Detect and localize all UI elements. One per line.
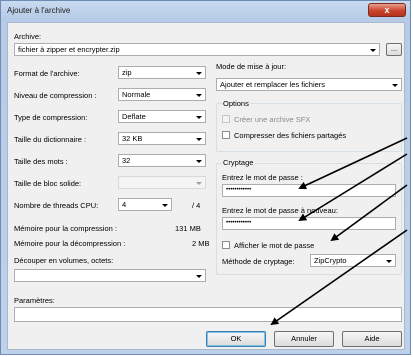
params-label: Paramètres: — [14, 296, 55, 305]
chevron-down-icon — [196, 115, 202, 119]
crypto-title: Cryptage — [222, 158, 255, 167]
threads-select[interactable]: 4 — [118, 198, 172, 211]
chevron-down-icon — [196, 181, 202, 185]
chevron-down-icon — [196, 93, 202, 97]
threads-value: 4 — [122, 200, 127, 209]
archive-path-value: fichier à zipper et encrypter.zip — [18, 45, 120, 54]
mem-comp-value: 131 MB — [175, 224, 201, 233]
dialog-window: Ajouter à l'archive x Archive: fichier à… — [0, 0, 411, 355]
password-input[interactable]: •••••••••••• — [222, 184, 396, 197]
chevron-down-icon — [162, 203, 168, 207]
close-button[interactable]: x — [368, 3, 406, 17]
password-label: Entrez le mot de passe : — [222, 173, 303, 182]
shared-label: Compresser des fichiers partagés — [234, 131, 347, 140]
block-label: Taille de bloc solide: — [14, 179, 82, 188]
sfx-label: Créer une archive SFX — [234, 115, 311, 124]
method-label: Méthode de cryptage: — [222, 257, 295, 266]
chevron-down-icon — [370, 48, 376, 52]
compression-label: Niveau de compression : — [14, 91, 97, 100]
password-confirm-input[interactable]: •••••••••••• — [222, 217, 396, 230]
mem-decomp-value: 2 MB — [192, 239, 210, 248]
split-combo[interactable] — [14, 269, 206, 282]
help-button[interactable]: Aide — [342, 331, 402, 347]
password-confirm-label: Entrez le mot de passe à nouveau: — [222, 206, 338, 215]
chevron-down-icon — [196, 137, 202, 141]
ok-button[interactable]: OK — [206, 331, 266, 347]
chevron-down-icon — [386, 259, 392, 263]
title-bar[interactable]: Ajouter à l'archive x — [1, 1, 410, 21]
options-group — [216, 103, 402, 152]
close-icon: x — [384, 5, 390, 15]
shared-checkbox[interactable] — [222, 131, 230, 139]
type-select[interactable]: Deflate — [118, 110, 206, 123]
window-title: Ajouter à l'archive — [7, 6, 71, 15]
threads-max: / 4 — [192, 201, 201, 210]
block-select — [118, 176, 206, 189]
compression-value: Normale — [122, 90, 151, 99]
words-value: 32 — [122, 156, 131, 165]
split-label: Découper en volumes, octets: — [14, 256, 114, 265]
dialog-client: Archive: fichier à zipper et encrypter.z… — [7, 22, 405, 350]
archive-path-combo[interactable]: fichier à zipper et encrypter.zip — [14, 43, 380, 56]
show-password-label: Afficher le mot de passe — [234, 241, 315, 250]
method-select[interactable]: ZipCrypto — [310, 254, 396, 267]
type-value: Deflate — [122, 112, 146, 121]
params-input[interactable] — [14, 307, 402, 322]
update-label: Mode de mise à jour: — [216, 62, 287, 71]
dict-label: Taille du dictionnaire : — [14, 135, 87, 144]
update-value: Ajouter et remplacer les fichiers — [220, 80, 326, 89]
type-label: Type de compression: — [14, 113, 88, 122]
words-select[interactable]: 32 — [118, 154, 206, 167]
show-password-checkbox[interactable] — [222, 241, 230, 249]
format-select[interactable]: zip — [118, 66, 206, 79]
archive-label: Archive: — [14, 32, 42, 41]
dict-select[interactable]: 32 KB — [118, 132, 206, 145]
compression-select[interactable]: Normale — [118, 88, 206, 101]
browse-button[interactable]: ... — [386, 43, 402, 56]
dict-value: 32 KB — [122, 134, 143, 143]
sfx-checkbox — [222, 115, 230, 123]
chevron-down-icon — [392, 83, 398, 87]
cancel-button[interactable]: Annuler — [274, 331, 334, 347]
format-label: Format de l'archive: — [14, 69, 80, 78]
chevron-down-icon — [196, 274, 202, 278]
chevron-down-icon — [196, 71, 202, 75]
format-value: zip — [122, 68, 132, 77]
threads-label: Nombre de threads CPU: — [14, 201, 99, 210]
update-select[interactable]: Ajouter et remplacer les fichiers — [216, 78, 402, 91]
method-value: ZipCrypto — [314, 256, 347, 265]
mem-comp-label: Mémoire pour la compression : — [14, 224, 117, 233]
options-title: Options — [222, 99, 250, 108]
chevron-down-icon — [196, 159, 202, 163]
words-label: Taille des mots : — [14, 157, 68, 166]
mem-decomp-label: Mémoire pour la décompression : — [14, 239, 126, 248]
